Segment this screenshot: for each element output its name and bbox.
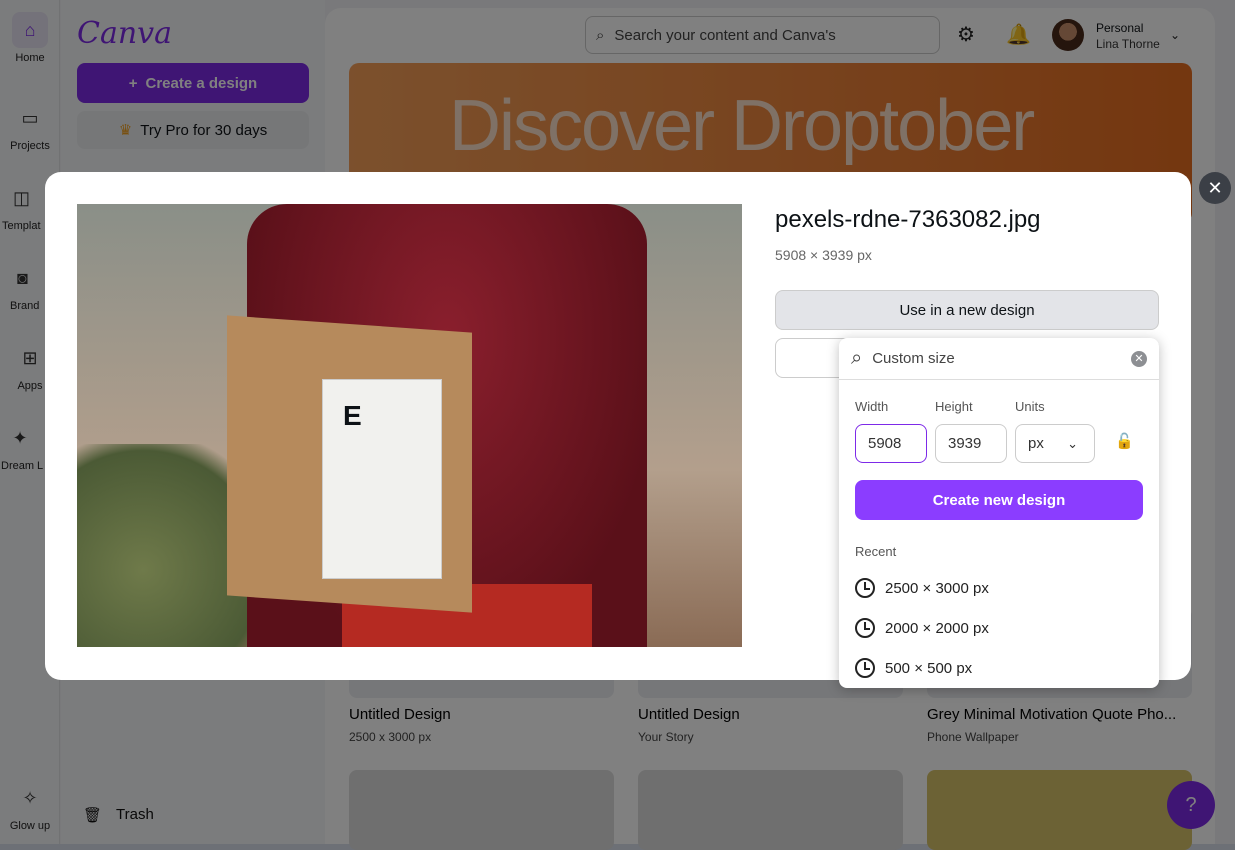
try-pro-label: Try Pro for 30 days — [140, 121, 268, 139]
photo-shipping-label: E — [322, 379, 442, 579]
avatar[interactable] — [1052, 19, 1084, 51]
image-preview: E — [77, 204, 742, 647]
trash-button[interactable]: 🗑 Trash — [83, 806, 154, 824]
recent-size-label: 2500 × 3000 px — [885, 579, 989, 597]
rail-label: Glow up — [9, 820, 51, 832]
recent-size-item[interactable]: 2000 × 2000 px — [855, 618, 989, 638]
recent-label: Recent — [855, 544, 897, 559]
file-dimensions: 5908 × 3939 px — [775, 247, 872, 263]
recent-size-label: 500 × 500 px — [885, 659, 973, 677]
bell-icon[interactable]: 🔔 — [1006, 22, 1031, 47]
create-label: Create a design — [145, 74, 258, 92]
chevron-down-icon: ⌄ — [1067, 436, 1078, 451]
height-field[interactable]: 3939 — [935, 424, 1007, 463]
trash-label: Trash — [116, 806, 154, 823]
account-type: Personal — [1096, 21, 1144, 35]
chevron-down-icon[interactable]: ⌄ — [1170, 28, 1180, 42]
rail-label: Brand — [10, 300, 40, 312]
plus-icon: + — [128, 74, 138, 92]
try-pro-button[interactable]: ♛ Try Pro for 30 days — [77, 111, 309, 149]
search-icon: ⌕ — [851, 347, 863, 369]
label-letter: E — [343, 400, 362, 431]
height-label: Height — [935, 399, 973, 414]
units-value: px — [1028, 435, 1044, 452]
rail-label: Templat — [2, 220, 41, 232]
design-title[interactable]: Untitled Design — [349, 706, 451, 723]
search-input[interactable]: ⌕ Search your content and Canva's — [585, 16, 940, 54]
design-subtitle: 2500 x 3000 px — [349, 730, 432, 744]
rail-label: Dream L — [1, 460, 44, 472]
recent-size-item[interactable]: 500 × 500 px — [855, 658, 972, 678]
canva-logo[interactable]: Canva — [77, 16, 172, 51]
help-button[interactable]: ? — [1167, 781, 1215, 829]
clock-icon — [855, 658, 875, 678]
rail-label: Projects — [10, 140, 50, 152]
create-new-design-button[interactable]: Create new design — [855, 480, 1143, 520]
width-label: Width — [855, 399, 889, 414]
apps-icon: ⊞ — [22, 348, 38, 368]
rail-label: Apps — [17, 380, 43, 392]
create-design-button[interactable]: + Create a design — [77, 63, 309, 103]
clear-icon[interactable]: ✕ — [1131, 350, 1147, 367]
account-switcher[interactable]: Personal Lina Thorne — [1096, 20, 1160, 52]
width-field[interactable]: 5908 — [855, 424, 927, 463]
user-name: Lina Thorne — [1096, 37, 1160, 51]
clock-icon — [855, 578, 875, 598]
recent-size-label: 2000 × 2000 px — [885, 619, 989, 637]
size-search-value: Custom size — [872, 350, 955, 367]
search-icon: ⌕ — [596, 26, 605, 44]
rail-label: Home — [15, 52, 45, 64]
crown-icon: ♛ — [118, 122, 133, 139]
design-thumbnail[interactable] — [927, 770, 1192, 850]
recent-size-item[interactable]: 2500 × 3000 px — [855, 578, 989, 598]
clock-icon — [855, 618, 875, 638]
custom-size-popover: ⌕ Custom size ✕ Width Height Units 5908 39… — [839, 338, 1159, 688]
units-label: Units — [1015, 399, 1045, 414]
file-name: pexels-rdne-7363082.jpg — [775, 206, 1041, 233]
close-icon[interactable]: ✕ — [1199, 172, 1231, 204]
folder-icon: ▭ — [21, 108, 39, 128]
use-in-new-design-button[interactable]: Use in a new design — [775, 290, 1159, 330]
design-thumbnail[interactable] — [349, 770, 614, 850]
design-subtitle: Your Story — [638, 730, 694, 744]
search-placeholder: Search your content and Canva's — [614, 26, 836, 44]
rail-projects[interactable]: ▭ Projects — [0, 100, 60, 152]
rail-home[interactable]: ⌂ Home — [0, 12, 60, 64]
dream-lab-icon: ✦ — [12, 428, 28, 448]
glow-up-icon: ✧ — [22, 788, 38, 808]
design-thumbnail[interactable] — [638, 770, 903, 850]
gear-icon[interactable]: ⚙ — [957, 22, 975, 47]
banner-text: Discover Droptober — [449, 86, 1035, 166]
home-icon: ⌂ — [12, 12, 48, 48]
design-subtitle: Phone Wallpaper — [927, 730, 1019, 744]
size-search-input[interactable]: ⌕ Custom size ✕ — [839, 338, 1159, 380]
trash-icon: 🗑 — [83, 807, 103, 824]
design-title[interactable]: Grey Minimal Motivation Quote Pho... — [927, 706, 1176, 723]
lock-icon[interactable]: 🔓 — [1115, 432, 1134, 450]
templates-icon: ◫ — [13, 188, 31, 208]
units-select[interactable]: px ⌄ — [1015, 424, 1095, 463]
design-title[interactable]: Untitled Design — [638, 706, 740, 723]
rail-glow-up[interactable]: ✧ Glow up — [0, 780, 60, 832]
